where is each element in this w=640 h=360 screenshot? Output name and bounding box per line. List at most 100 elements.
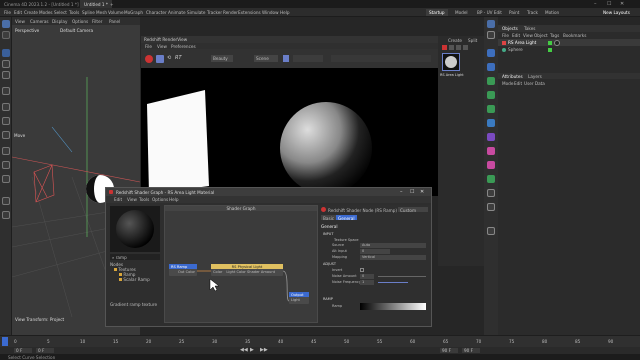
visibility-icon[interactable] bbox=[548, 47, 552, 52]
z-axis-icon[interactable] bbox=[2, 131, 10, 139]
rewind-button[interactable]: ◀◀ bbox=[240, 347, 248, 353]
save-icon[interactable] bbox=[463, 45, 468, 50]
layout-tab-motion[interactable]: Motion bbox=[542, 9, 562, 16]
obj-menu-edit[interactable]: Edit bbox=[512, 33, 520, 38]
scene-icon[interactable] bbox=[487, 119, 495, 127]
forward-button[interactable]: ▶▶ bbox=[260, 347, 268, 353]
lock-icon[interactable] bbox=[283, 55, 289, 62]
paste-icon[interactable] bbox=[456, 45, 461, 50]
effector-icon[interactable] bbox=[487, 91, 495, 99]
split-label[interactable]: Split bbox=[468, 38, 477, 43]
menu-select[interactable]: Select bbox=[54, 10, 67, 15]
render-start-icon[interactable] bbox=[156, 55, 164, 63]
noise-frequency-slider[interactable] bbox=[378, 282, 408, 283]
menu-simulate[interactable]: Simulate bbox=[187, 10, 206, 15]
aov-dropdown[interactable]: Beauty bbox=[211, 55, 233, 62]
shader-graph-titlebar[interactable]: Redshift Shader Graph - RS Area Light Ma… bbox=[106, 188, 431, 196]
close-icon[interactable]: ✕ bbox=[620, 1, 624, 7]
menu-volume[interactable]: Volume bbox=[108, 10, 124, 15]
source-dropdown[interactable]: Auto bbox=[360, 243, 426, 248]
rt-label-icon[interactable]: RT bbox=[175, 55, 182, 61]
render-stop-icon[interactable] bbox=[145, 55, 153, 63]
group-adjust[interactable]: ADJUST bbox=[323, 262, 336, 266]
tab-takes[interactable]: Takes bbox=[524, 26, 535, 31]
obj-menu-file[interactable]: File bbox=[502, 33, 509, 38]
new-tab-button[interactable]: + bbox=[110, 2, 114, 7]
rv-menu-file[interactable]: File bbox=[145, 44, 152, 49]
obj-menu-tags[interactable]: Tags bbox=[550, 33, 559, 38]
render-settings-icon[interactable] bbox=[487, 203, 495, 211]
menu-mesh[interactable]: Mesh bbox=[96, 10, 107, 15]
sg-menu-edit[interactable]: Edit bbox=[114, 197, 122, 202]
menu-animate[interactable]: Animate bbox=[168, 10, 186, 15]
sg-menu-view[interactable]: View bbox=[127, 197, 137, 202]
noise-amount-slider[interactable] bbox=[378, 276, 426, 277]
xref-icon[interactable] bbox=[487, 189, 495, 197]
material-tag-icon[interactable] bbox=[554, 39, 560, 46]
sg-menu-tools[interactable]: Tools bbox=[139, 197, 149, 202]
rs-physical-light-node[interactable]: RS Physical Light Color Light Color Shade… bbox=[211, 264, 283, 276]
maximize-icon[interactable]: ☐ bbox=[410, 189, 414, 195]
menu-window[interactable]: Window bbox=[262, 10, 279, 15]
scale-icon[interactable] bbox=[2, 60, 10, 68]
scene-dropdown[interactable]: Scene bbox=[254, 55, 278, 62]
material-icon[interactable] bbox=[487, 161, 495, 169]
shader-graph-canvas[interactable]: Shader Graph RS Ramp Out Color RS Physic… bbox=[164, 205, 318, 323]
zoom-controls[interactable] bbox=[293, 55, 323, 62]
tab-attributes[interactable]: Attributes bbox=[502, 74, 523, 79]
edges-mode-icon[interactable] bbox=[2, 161, 10, 169]
create-label[interactable]: Create bbox=[448, 38, 462, 43]
obj-menu-bookmarks[interactable]: Bookmarks bbox=[563, 33, 586, 38]
timeline[interactable]: 0 5 10 15 20 25 30 35 40 45 50 55 60 65 … bbox=[0, 335, 640, 347]
output-node[interactable]: Output Light bbox=[289, 292, 309, 304]
node-port[interactable]: Color bbox=[213, 270, 222, 274]
workplane-icon[interactable] bbox=[2, 211, 10, 219]
object-name[interactable]: Sphere bbox=[508, 47, 523, 52]
menu-render[interactable]: Render bbox=[223, 10, 238, 15]
node-port[interactable]: Light bbox=[289, 297, 309, 302]
close-icon[interactable]: ✕ bbox=[420, 189, 424, 195]
sg-menu-options[interactable]: Options bbox=[152, 197, 168, 202]
attr-menu-edit[interactable]: Edit bbox=[514, 81, 522, 86]
deformer-icon[interactable] bbox=[487, 77, 495, 85]
vp-menu-view[interactable]: View bbox=[15, 19, 25, 24]
menu-tools[interactable]: Tools bbox=[69, 10, 79, 15]
vp-menu-options[interactable]: Options bbox=[72, 19, 88, 24]
tree-item-scalar-ramp[interactable]: Scalar Ramp bbox=[119, 277, 150, 282]
render-thumbnail[interactable] bbox=[442, 53, 460, 71]
rv-menu-preferences[interactable]: Preferences bbox=[171, 44, 196, 49]
menu-create[interactable]: Create bbox=[24, 10, 38, 15]
invert-checkbox[interactable] bbox=[360, 268, 364, 272]
noise-frequency-field[interactable]: 1 bbox=[360, 280, 374, 285]
attr-menu-mode[interactable]: Mode bbox=[502, 81, 513, 86]
current-frame-field[interactable]: 0 F bbox=[36, 348, 54, 353]
play-button[interactable]: ▶ bbox=[250, 347, 254, 353]
maximize-icon[interactable]: ☐ bbox=[607, 1, 611, 7]
object-name[interactable]: RS Area Light bbox=[508, 40, 536, 45]
spline-icon[interactable] bbox=[487, 31, 495, 39]
group-input[interactable]: INPUT bbox=[323, 232, 333, 236]
points-mode-icon[interactable] bbox=[2, 147, 10, 155]
menu-modes[interactable]: Modes bbox=[39, 10, 53, 15]
recent-tool-icon[interactable] bbox=[2, 87, 10, 95]
rs-ramp-node[interactable]: RS Ramp Out Color bbox=[169, 264, 197, 276]
rotate-icon[interactable] bbox=[2, 71, 10, 79]
vp-menu-cameras[interactable]: Cameras bbox=[30, 19, 49, 24]
minimize-icon[interactable]: – bbox=[594, 1, 597, 7]
tag-icon[interactable] bbox=[487, 175, 495, 183]
max-frame-field[interactable]: 90 F bbox=[462, 348, 480, 353]
menu-tracker[interactable]: Tracker bbox=[207, 10, 222, 15]
tab-general[interactable]: General bbox=[336, 215, 357, 221]
light-icon[interactable] bbox=[487, 147, 495, 155]
tab-layers[interactable]: Layers bbox=[528, 74, 542, 79]
doc-tab[interactable]: Untitled 1 * bbox=[80, 0, 112, 8]
obj-menu-object[interactable]: Object bbox=[534, 33, 548, 38]
menu-edit[interactable]: Edit bbox=[14, 10, 22, 15]
menu-help[interactable]: Help bbox=[280, 10, 290, 15]
y-axis-icon[interactable] bbox=[2, 117, 10, 125]
node-port[interactable]: Light Color Shader Amount bbox=[226, 270, 275, 274]
layout-tab-uv-edit[interactable]: BP - UV Edit bbox=[474, 9, 505, 16]
end-frame-field[interactable]: 90 F bbox=[440, 348, 458, 353]
layout-tab-paint[interactable]: Paint bbox=[506, 9, 522, 16]
layout-tab-track[interactable]: Track bbox=[524, 9, 541, 16]
